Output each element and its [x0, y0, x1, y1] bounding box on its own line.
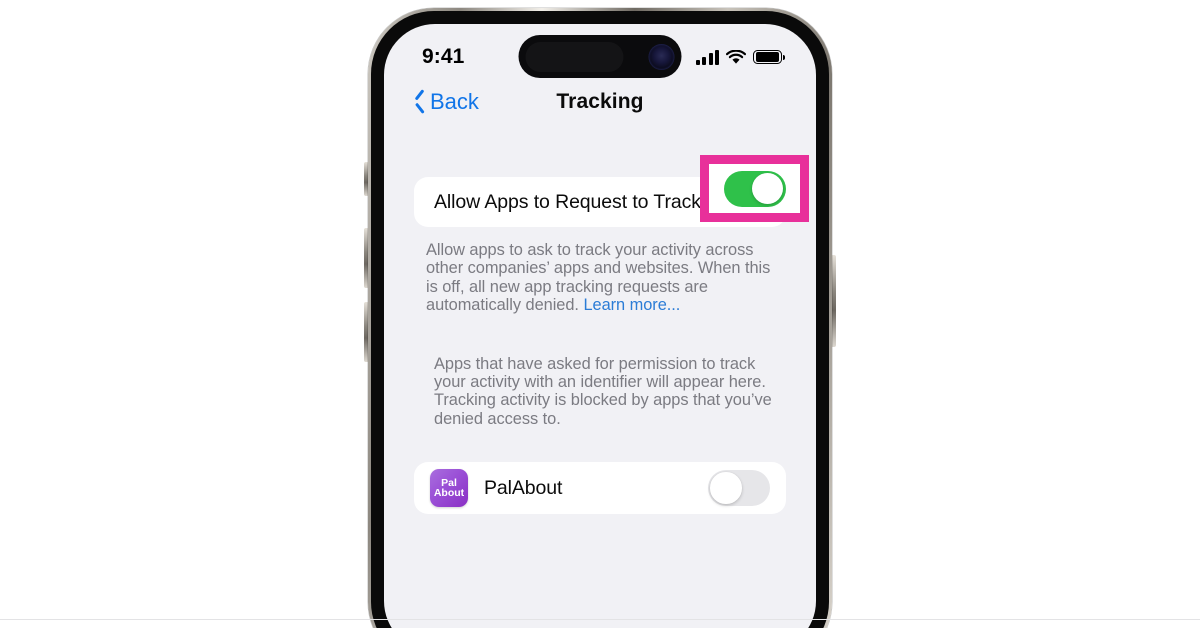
tracking-description-secondary: Apps that have asked for permission to t…: [434, 354, 772, 428]
palabout-tracking-toggle[interactable]: [708, 470, 770, 506]
dynamic-island: [518, 35, 682, 78]
app-icon-line-2: About: [433, 487, 465, 499]
signal-bars-icon: [695, 49, 719, 65]
allow-apps-to-request-to-track-label: Allow Apps to Request to Track: [434, 190, 701, 213]
front-camera-icon: [648, 43, 675, 70]
highlighted-toggle-overlay[interactable]: [723, 170, 786, 207]
palabout-app-name: PalAbout: [484, 476, 563, 499]
phone-screen: 9:41 Back Tracking Allow Apps to Request…: [384, 24, 816, 628]
chevron-left-icon: [414, 93, 425, 112]
palabout-app-icon: Pal About: [430, 469, 468, 507]
toggle-knob: [751, 172, 784, 205]
iphone-device-frame: 9:41 Back Tracking Allow Apps to Request…: [368, 8, 832, 628]
wifi-icon: [726, 49, 746, 65]
tracking-description-primary: Allow apps to ask to track your activity…: [426, 241, 782, 315]
highlight-annotation-box: [700, 155, 809, 222]
navigation-bar: Back Tracking: [384, 78, 816, 126]
back-button[interactable]: Back: [414, 89, 479, 115]
back-button-label: Back: [430, 89, 479, 114]
battery-full-icon: [753, 49, 785, 65]
status-bar-clock: 9:41: [422, 45, 465, 68]
dynamic-island-speaker: [525, 41, 624, 72]
learn-more-link[interactable]: Learn more...: [583, 296, 680, 314]
toggle-knob: [710, 472, 742, 504]
app-list-item-palabout[interactable]: Pal About PalAbout: [414, 462, 786, 514]
phone-bezel: 9:41 Back Tracking Allow Apps to Request…: [371, 11, 829, 628]
image-bottom-divider: [0, 619, 1200, 620]
screenshot-canvas: 9:41 Back Tracking Allow Apps to Request…: [0, 0, 1200, 628]
status-bar-indicators: [695, 49, 785, 65]
